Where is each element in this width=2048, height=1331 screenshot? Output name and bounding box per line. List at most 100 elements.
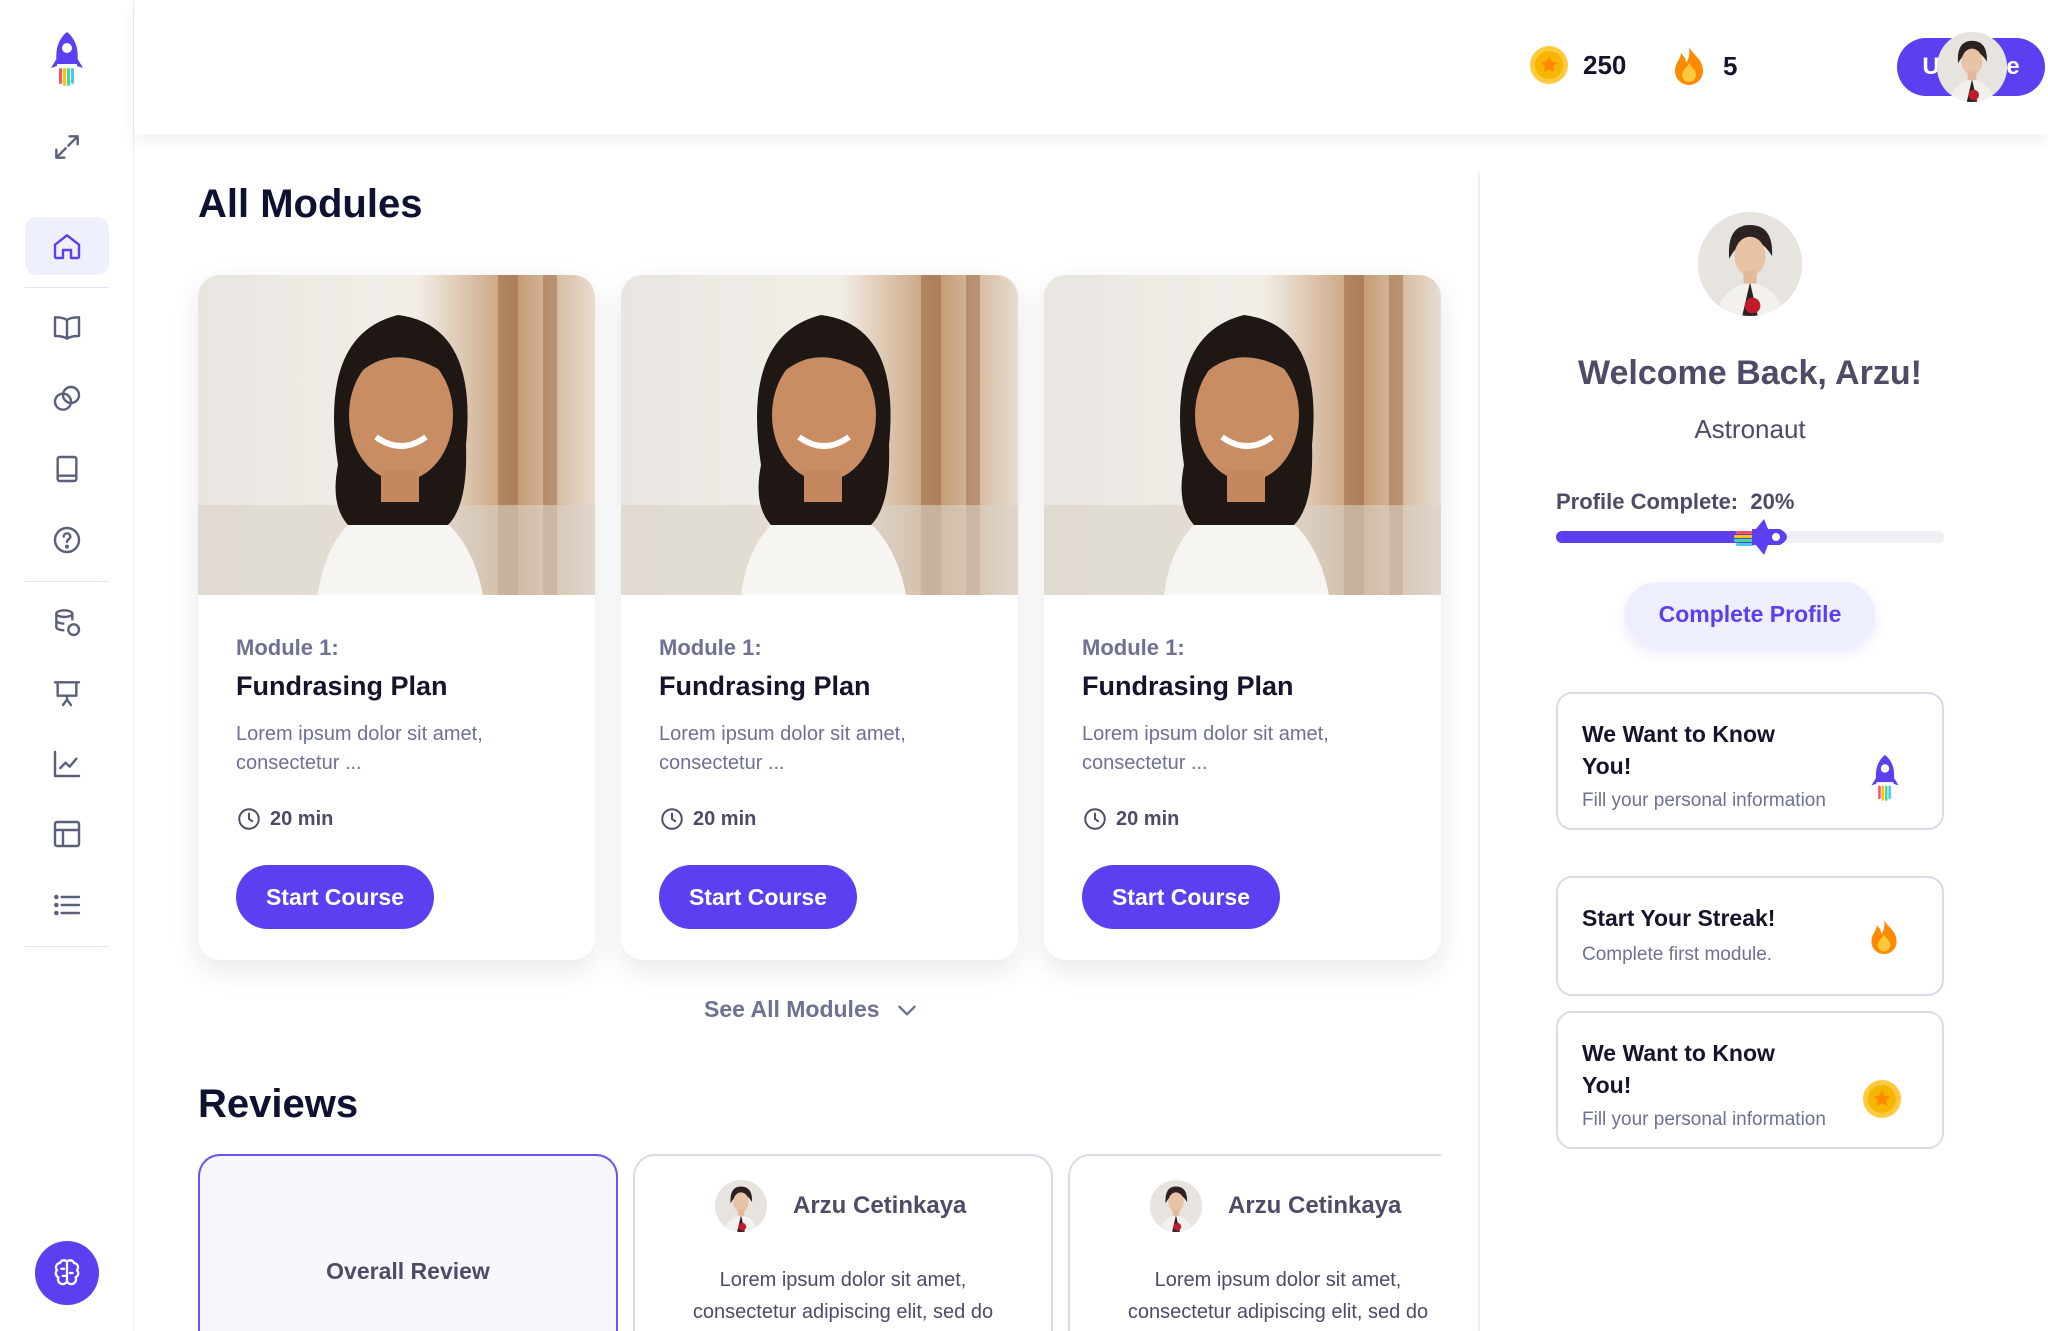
welcome-heading: Welcome Back, Arzu! xyxy=(1578,354,1922,392)
review-line: consectetur adipiscing elit, sed do xyxy=(1127,1301,1429,1323)
coins-counter: 250 xyxy=(1529,45,1626,85)
rocket-progress-icon xyxy=(1733,519,1787,555)
reviewer-name: Arzu Cetinkaya xyxy=(793,1192,967,1219)
chart-line-icon[interactable] xyxy=(25,735,109,793)
main-content: All Modules Module 1: Fundrasing Plan Lo… xyxy=(134,134,1479,1331)
start-course-button[interactable]: Start Course xyxy=(236,865,434,929)
see-all-label: See All Modules xyxy=(704,996,880,1022)
module-description: Lorem ipsum dolor sit amet, consectetur … xyxy=(659,723,906,774)
user-role: Astronaut xyxy=(1694,414,1806,444)
review-line: Lorem ipsum dolor sit amet, xyxy=(719,1269,967,1291)
fire-icon xyxy=(1675,47,1703,85)
layout-icon[interactable] xyxy=(25,805,109,863)
task-title: Start Your Streak! xyxy=(1582,905,1776,931)
review-card: Arzu Cetinkaya Lorem ipsum dolor sit ame… xyxy=(633,1154,1053,1331)
module-card-body: Module 1: Fundrasing Plan Lorem ipsum do… xyxy=(1082,635,1411,832)
module-duration: 20 min xyxy=(236,806,565,832)
overall-review-label: Overall Review xyxy=(326,1258,490,1284)
reviewer-avatar xyxy=(1150,1180,1202,1232)
module-card-body: Module 1: Fundrasing Plan Lorem ipsum do… xyxy=(236,635,565,832)
profile-complete-text: Profile Complete: xyxy=(1556,489,1739,514)
task-title: We Want to Know You! xyxy=(1582,721,1775,779)
list-icon[interactable] xyxy=(25,876,109,934)
clock-icon xyxy=(1084,808,1106,830)
module-description: Lorem ipsum dolor sit amet, consectetur … xyxy=(236,723,483,774)
circles-icon[interactable] xyxy=(25,370,109,428)
expand-icon[interactable] xyxy=(25,118,109,176)
module-image xyxy=(621,275,1018,595)
module-number: Module 1: xyxy=(236,635,339,660)
brain-icon[interactable] xyxy=(35,1241,99,1305)
profile-progress-bar xyxy=(1556,519,1944,555)
presentation-icon[interactable] xyxy=(25,664,109,722)
module-number: Module 1: xyxy=(1082,635,1185,660)
module-card[interactable]: Module 1: Fundrasing Plan Lorem ipsum do… xyxy=(198,275,595,960)
profile-avatar xyxy=(1698,212,1802,316)
streak-value: 5 xyxy=(1723,50,1738,81)
sidebar-divider xyxy=(25,581,109,582)
module-title: Fundrasing Plan xyxy=(659,671,871,701)
module-card[interactable]: Module 1: Fundrasing Plan Lorem ipsum do… xyxy=(1044,275,1441,960)
reviewer-name: Arzu Cetinkaya xyxy=(1228,1192,1402,1219)
task-card-know-you[interactable]: We Want to Know You! Fill your personal … xyxy=(1556,1011,1944,1149)
module-title: Fundrasing Plan xyxy=(1082,671,1294,701)
see-all-modules-link[interactable]: See All Modules xyxy=(704,996,920,1023)
notebook-icon[interactable] xyxy=(25,440,109,498)
start-course-button[interactable]: Start Course xyxy=(1082,865,1280,929)
clock-icon xyxy=(661,808,683,830)
module-duration: 20 min xyxy=(659,806,988,832)
task-title: We Want to Know You! xyxy=(1582,1040,1775,1098)
sidebar xyxy=(0,0,134,1331)
duration-value: 20 min xyxy=(693,807,757,830)
chevron-down-icon xyxy=(897,1005,916,1016)
sidebar-divider xyxy=(25,946,109,947)
review-line: consectetur adipiscing elit, sed do xyxy=(692,1301,994,1323)
home-icon[interactable] xyxy=(25,217,109,275)
module-card-body: Module 1: Fundrasing Plan Lorem ipsum do… xyxy=(659,635,988,832)
review-text: Lorem ipsum dolor sit amet, consectetur … xyxy=(635,1264,1051,1328)
task-subtitle: Complete first module. xyxy=(1582,944,1773,965)
review-author: Arzu Cetinkaya xyxy=(715,1180,966,1232)
streak-counter: 5 xyxy=(1669,45,1737,87)
module-duration: 20 min xyxy=(1082,806,1411,832)
fire-icon xyxy=(1871,919,1897,955)
help-icon[interactable] xyxy=(25,511,109,569)
module-card[interactable]: Module 1: Fundrasing Plan Lorem ipsum do… xyxy=(621,275,1018,960)
module-image xyxy=(1044,275,1441,595)
modules-title: All Modules xyxy=(198,182,423,226)
coins-value: 250 xyxy=(1583,49,1627,80)
reviewer-avatar xyxy=(715,1180,767,1232)
rocket-icon xyxy=(1871,754,1899,801)
review-author: Arzu Cetinkaya xyxy=(1150,1180,1401,1232)
review-text: Lorem ipsum dolor sit amet, consectetur … xyxy=(1070,1264,1441,1328)
task-subtitle: Fill your personal information xyxy=(1582,790,1826,811)
clock-icon xyxy=(238,808,260,830)
sidebar-divider xyxy=(25,287,109,288)
review-line: Lorem ipsum dolor sit amet, xyxy=(1154,1269,1402,1291)
coin-icon xyxy=(1530,46,1568,84)
start-course-button[interactable]: Start Course xyxy=(659,865,857,929)
duration-value: 20 min xyxy=(270,807,334,830)
user-avatar[interactable] xyxy=(1937,32,2007,102)
duration-value: 20 min xyxy=(1116,807,1180,830)
task-card-streak[interactable]: Start Your Streak! Complete first module… xyxy=(1556,876,1944,996)
book-open-icon[interactable] xyxy=(25,299,109,357)
coin-icon xyxy=(1863,1080,1901,1118)
coins-icon[interactable] xyxy=(25,594,109,652)
reviews-title: Reviews xyxy=(198,1082,359,1126)
module-description: Lorem ipsum dolor sit amet, consectetur … xyxy=(1082,723,1329,774)
task-card-know-you[interactable]: We Want to Know You! Fill your personal … xyxy=(1556,692,1944,830)
rocket-logo-icon[interactable] xyxy=(47,30,87,86)
module-image xyxy=(198,275,595,595)
profile-panel: Welcome Back, Arzu! Astronaut Profile Co… xyxy=(1480,134,2048,1331)
task-subtitle: Fill your personal information xyxy=(1582,1109,1826,1130)
review-card-clip: Arzu Cetinkaya Lorem ipsum dolor sit ame… xyxy=(1068,1154,1441,1331)
profile-complete-label: Profile Complete: 20% xyxy=(1556,489,1794,515)
module-number: Module 1: xyxy=(659,635,762,660)
profile-complete-value: 20% xyxy=(1750,489,1795,514)
overall-review-card: Overall Review xyxy=(198,1154,618,1331)
review-card: Arzu Cetinkaya Lorem ipsum dolor sit ame… xyxy=(1068,1154,1441,1331)
module-title: Fundrasing Plan xyxy=(236,671,448,701)
top-header: 250 5 Upgrade xyxy=(134,0,2048,134)
complete-profile-button[interactable]: Complete Profile xyxy=(1625,582,1875,646)
